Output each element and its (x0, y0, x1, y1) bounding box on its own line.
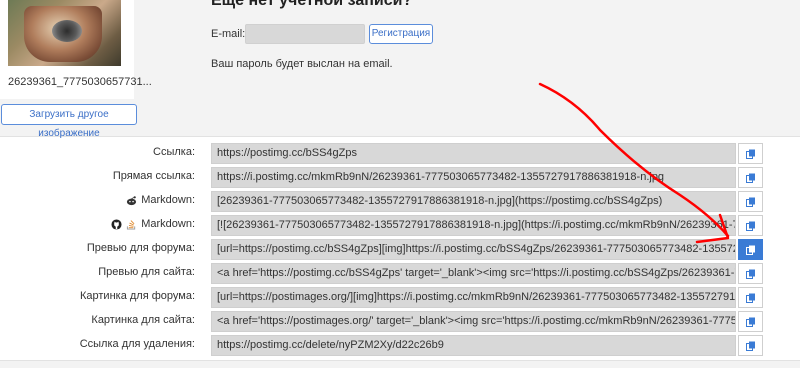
link-label: Ссылка: (153, 146, 195, 158)
link-label: Картинка для форума: (79, 290, 195, 302)
thumbnail-filename: 26239361_7775030657731... (8, 76, 152, 88)
link-label: Markdown: (111, 218, 195, 230)
email-label: E-mail: (211, 28, 246, 40)
link-field[interactable]: [26239361-777503065773482-13557279178863… (211, 191, 736, 212)
footer-strip (0, 360, 800, 368)
thumbnail-card: 26239361_7775030657731... (0, 0, 152, 99)
link-row-markdown-github: Markdown: [![26239361-777503065773482-13… (0, 215, 800, 236)
link-field[interactable]: https://i.postimg.cc/mkmRb9nN/26239361-7… (211, 167, 736, 188)
link-label-text: Markdown: (141, 194, 195, 206)
password-note: Ваш пароль будет выслан на email. (211, 58, 393, 70)
copy-icon (745, 173, 755, 183)
link-row-forum-image: Картинка для форума: [url=https://postim… (0, 287, 800, 308)
link-field[interactable]: https://postimg.cc/delete/nyPZM2Xy/d22c2… (211, 335, 736, 356)
link-label: Превью для сайта: (98, 266, 195, 278)
link-row-site-image: Картинка для сайта: <a href='https://pos… (0, 311, 800, 332)
copy-button[interactable] (738, 167, 763, 188)
link-row-markdown-reddit: Markdown: [26239361-777503065773482-1355… (0, 191, 800, 212)
link-field[interactable]: [url=https://postimg.cc/bSS4gZps][img]ht… (211, 239, 736, 260)
copy-icon (745, 341, 755, 351)
link-row-forum-preview: Превью для форума: [url=https://postimg.… (0, 239, 800, 260)
link-row-delete: Ссылка для удаления: https://postimg.cc/… (0, 335, 800, 356)
upload-summary-panel: 26239361_7775030657731... Загрузить друг… (0, 0, 800, 139)
copy-icon (745, 317, 755, 327)
register-button[interactable]: Регистрация (369, 24, 433, 44)
copy-button[interactable] (738, 191, 763, 212)
copy-button[interactable] (738, 287, 763, 308)
email-input[interactable] (245, 24, 365, 44)
link-field[interactable]: <a href='https://postimg.cc/bSS4gZps' ta… (211, 263, 736, 284)
copy-icon (745, 149, 755, 159)
copy-button[interactable] (738, 215, 763, 236)
cat-shape (52, 20, 82, 42)
copy-button[interactable] (738, 263, 763, 284)
link-label: Превью для форума: (86, 242, 195, 254)
link-label: Markdown: (126, 194, 195, 206)
link-field[interactable]: [url=https://postimages.org/][img]https:… (211, 287, 736, 308)
github-icon (111, 218, 122, 230)
reddit-icon (127, 195, 137, 205)
link-field[interactable]: <a href='https://postimages.org/' target… (211, 311, 736, 332)
copy-button[interactable] (738, 335, 763, 356)
copy-icon (745, 197, 755, 207)
link-label: Прямая ссылка: (112, 170, 195, 182)
stackoverflow-icon (127, 219, 136, 230)
link-row-direct-page: Ссылка: https://postimg.cc/bSS4gZps (0, 143, 800, 164)
upload-another-button[interactable]: Загрузить другое изображение (1, 104, 137, 139)
link-row-direct-image: Прямая ссылка: https://i.postimg.cc/mkmR… (0, 167, 800, 188)
copy-icon (745, 221, 755, 231)
copy-icon (745, 293, 755, 303)
link-field[interactable]: https://postimg.cc/bSS4gZps (211, 143, 736, 164)
copy-icon (745, 245, 755, 255)
registration-title: Еще нет учетной записи? (211, 0, 413, 9)
copy-button[interactable] (738, 143, 763, 164)
link-label-text: Markdown: (141, 218, 195, 230)
copy-icon (745, 269, 755, 279)
link-label: Картинка для сайта: (91, 314, 195, 326)
link-row-site-preview: Превью для сайта: <a href='https://posti… (0, 263, 800, 284)
copy-button[interactable] (738, 311, 763, 332)
uploaded-image-thumbnail[interactable] (8, 0, 121, 66)
link-label: Ссылка для удаления: (79, 338, 195, 350)
link-field[interactable]: [![26239361-777503065773482-135572791788… (211, 215, 736, 236)
copy-button[interactable] (738, 239, 763, 260)
